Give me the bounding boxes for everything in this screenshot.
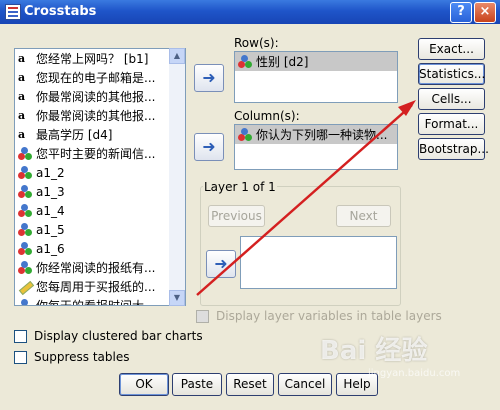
list-item[interactable]: a 你最常阅读的其他报... — [15, 106, 185, 125]
move-to-rows-button[interactable]: ➜ — [194, 64, 224, 92]
list-item-label: 你每天的看报时间大... — [36, 299, 156, 306]
clustered-bar-charts-checkbox[interactable] — [14, 329, 27, 343]
previous-layer-button[interactable]: Previous — [208, 205, 265, 227]
layer-title: Layer 1 of 1 — [203, 180, 277, 194]
nominal-icon — [18, 241, 32, 256]
scroll-down-arrow-icon[interactable]: ▼ — [169, 290, 185, 306]
watermark-logo: Bai 经验 — [320, 336, 428, 366]
string-icon: a — [18, 70, 26, 84]
nominal-icon — [238, 54, 252, 69]
cancel-button[interactable]: Cancel — [278, 373, 332, 396]
list-item-label: a1_6 — [36, 241, 65, 256]
nominal-icon — [18, 260, 32, 275]
list-item[interactable]: a 您经常上网吗？ [b1] — [15, 49, 185, 68]
suppress-tables-option[interactable]: Suppress tables — [14, 350, 129, 364]
nominal-icon — [238, 127, 252, 142]
list-item-label: 你经常阅读的报纸有... — [36, 261, 156, 275]
list-item[interactable]: 你认为下列哪一种读物... — [235, 125, 397, 144]
format-button[interactable]: Format... — [418, 113, 485, 135]
nominal-icon — [18, 222, 32, 237]
list-item[interactable]: a1_3 — [15, 182, 185, 201]
help-title-button[interactable]: ? — [450, 2, 472, 23]
close-button[interactable]: × — [474, 2, 496, 23]
app-icon — [5, 4, 21, 20]
string-icon: a — [18, 51, 26, 65]
scroll-up-arrow-icon[interactable]: ▲ — [169, 48, 185, 64]
string-icon: a — [18, 89, 26, 103]
list-item-label: a1_2 — [36, 165, 65, 180]
list-item-label: a1_3 — [36, 184, 65, 199]
list-item-label: a1_4 — [36, 203, 65, 218]
list-item[interactable]: a 最高学历 [d4] — [15, 125, 185, 144]
nominal-icon — [18, 184, 32, 199]
scale-icon — [18, 280, 32, 294]
list-item[interactable]: a1_2 — [15, 163, 185, 182]
move-to-layer-button[interactable]: ➜ — [206, 250, 236, 278]
layer-list[interactable] — [240, 236, 397, 289]
list-item[interactable]: a1_5 — [15, 220, 185, 239]
cells-button[interactable]: Cells... — [418, 88, 485, 110]
statistics-button[interactable]: Statistics... — [418, 63, 485, 85]
rows-label: Row(s): — [234, 36, 279, 50]
list-item[interactable]: 你经常阅读的报纸有... — [15, 258, 185, 277]
list-item-label: 您每周用于买报纸的... — [36, 280, 156, 294]
list-item[interactable]: a 您现在的电子邮箱是... — [15, 68, 185, 87]
display-layer-variables-checkbox[interactable] — [196, 309, 209, 323]
move-to-columns-button[interactable]: ➜ — [194, 133, 224, 161]
list-item[interactable]: a1_4 — [15, 201, 185, 220]
list-item[interactable]: 你每天的看报时间大... — [15, 296, 185, 306]
list-item[interactable]: 您平时主要的新闻信... — [15, 144, 185, 163]
bootstrap-button[interactable]: Bootstrap... — [418, 138, 489, 160]
list-item[interactable]: a1_6 — [15, 239, 185, 258]
nominal-icon — [18, 203, 32, 218]
list-item-label: 性别 [d2] — [256, 55, 309, 69]
variable-list[interactable]: a 您经常上网吗？ [b1] a 您现在的电子邮箱是... a 你最常阅读的其他报... a… — [14, 48, 186, 306]
list-item-label: 您经常上网吗？ [b1] — [36, 52, 149, 66]
list-item-label: 你认为下列哪一种读物... — [256, 128, 388, 142]
nominal-icon — [18, 165, 32, 180]
watermark-url: jingyan.baidu.com — [368, 368, 461, 379]
string-icon: a — [18, 127, 26, 141]
list-item-label: a1_5 — [36, 222, 65, 237]
nominal-icon — [18, 298, 32, 305]
list-item-label: 您现在的电子邮箱是... — [36, 71, 156, 85]
rows-list[interactable]: 性别 [d2] — [234, 51, 398, 103]
clustered-bar-charts-option[interactable]: Display clustered bar charts — [14, 329, 203, 343]
string-icon: a — [18, 108, 26, 122]
list-item[interactable]: 您每周用于买报纸的... — [15, 277, 185, 296]
display-layer-variables-option[interactable]: Display layer variables in table layers — [196, 309, 442, 323]
suppress-tables-checkbox[interactable] — [14, 350, 27, 364]
reset-button[interactable]: Reset — [226, 373, 274, 396]
arrow-left-icon: ➜ — [202, 68, 216, 87]
title-bar[interactable]: Crosstabs ? × — [0, 0, 500, 24]
list-item[interactable]: a 你最常阅读的其他报... — [15, 87, 185, 106]
columns-list[interactable]: 你认为下列哪一种读物... — [234, 124, 398, 170]
list-item[interactable]: 性别 [d2] — [235, 52, 397, 71]
nominal-icon — [18, 146, 32, 161]
next-layer-button[interactable]: Next — [336, 205, 391, 227]
list-item-label: 您平时主要的新闻信... — [36, 147, 156, 161]
exact-button[interactable]: Exact... — [418, 38, 485, 60]
ok-button[interactable]: OK — [119, 373, 169, 396]
list-item-label: 你最常阅读的其他报... — [36, 90, 156, 104]
paste-button[interactable]: Paste — [172, 373, 222, 396]
columns-label: Column(s): — [234, 109, 300, 123]
window-title: Crosstabs — [24, 4, 97, 19]
list-item-label: 你最常阅读的其他报... — [36, 109, 156, 123]
variable-list-scrollbar[interactable]: ▲ ▼ — [169, 48, 185, 306]
arrow-right-icon: ➜ — [202, 137, 216, 156]
arrow-right-icon: ➜ — [214, 254, 228, 273]
list-item-label: 最高学历 [d4] — [36, 128, 113, 142]
